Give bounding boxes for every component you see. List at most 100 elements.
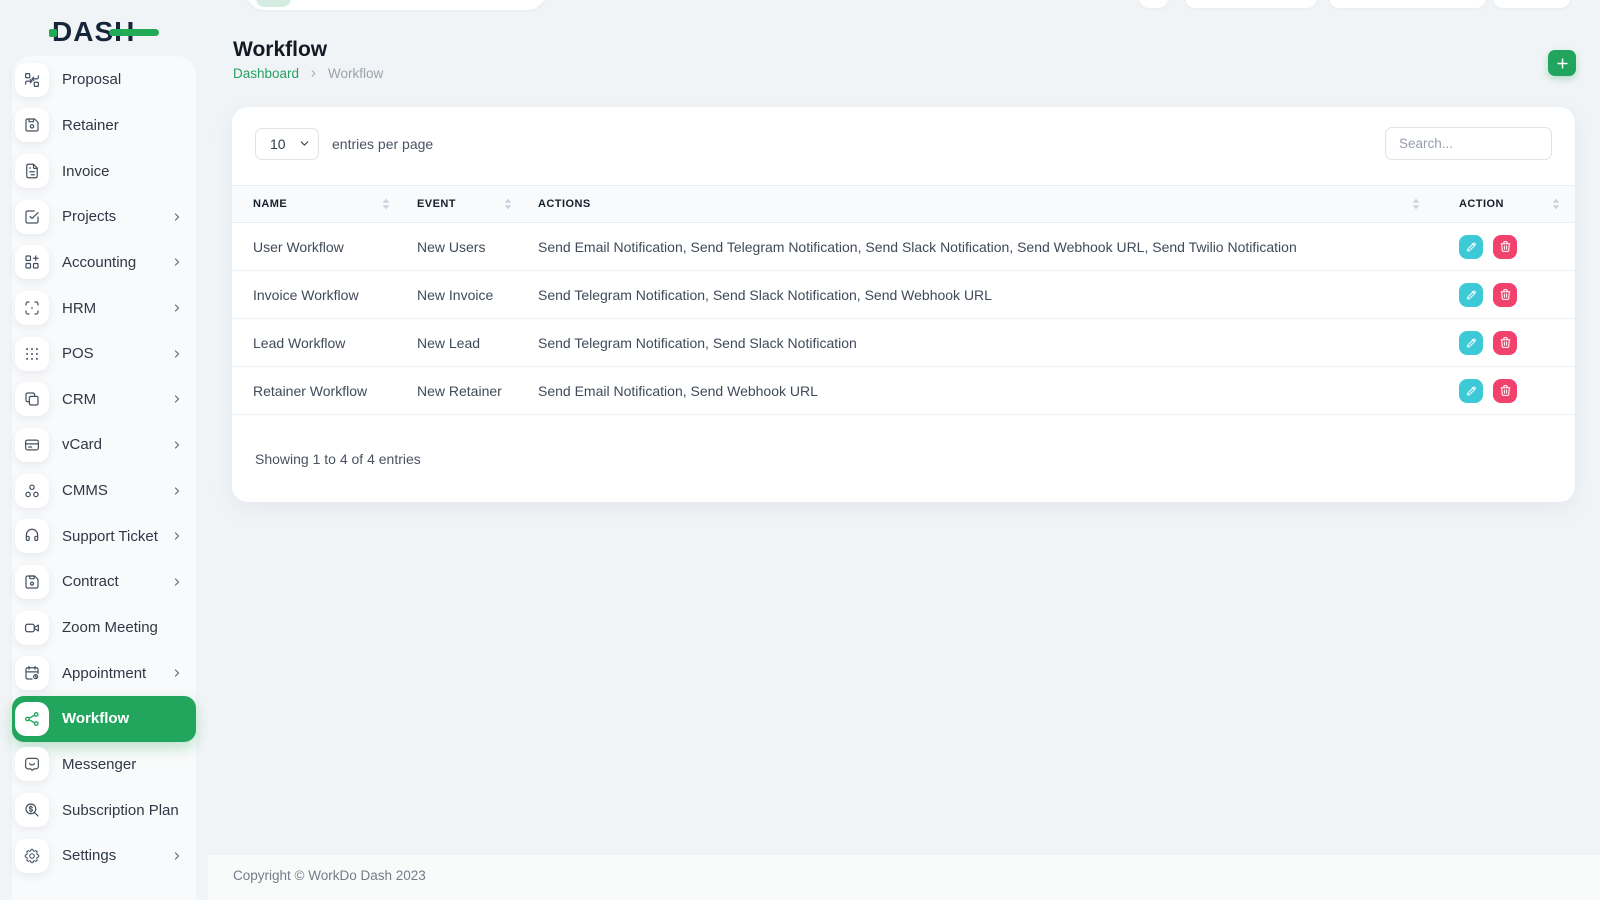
sidebar-item-subscription-plan[interactable]: Subscription Plan bbox=[12, 787, 196, 833]
pencil-icon bbox=[1465, 384, 1478, 397]
edit-button[interactable] bbox=[1459, 235, 1483, 259]
workflow-table: NAME EVENT ACTIONSACTION User WorkflowNew … bbox=[232, 185, 1575, 415]
sidebar-item-label: POS bbox=[62, 345, 94, 362]
sidebar-item-proposal[interactable]: Proposal bbox=[12, 57, 196, 103]
table-row: Invoice WorkflowNew InvoiceSend Telegram… bbox=[232, 271, 1575, 319]
column-header-event[interactable]: EVENT bbox=[405, 186, 527, 223]
chevron-right-icon bbox=[308, 68, 319, 79]
chat-bubble-icon bbox=[15, 747, 49, 781]
calendar-icon bbox=[15, 656, 49, 690]
topbar-button-cutoff-3[interactable] bbox=[1329, 0, 1486, 8]
sidebar-item-label: Zoom Meeting bbox=[62, 619, 158, 636]
delete-button[interactable] bbox=[1493, 331, 1517, 355]
sidebar-item-label: Invoice bbox=[62, 163, 110, 180]
trash-icon bbox=[1499, 240, 1512, 253]
chevron-right-icon bbox=[171, 439, 183, 451]
search-input[interactable] bbox=[1385, 127, 1552, 160]
sidebar-item-label: CMMS bbox=[62, 482, 108, 499]
logo-green-dot bbox=[49, 29, 57, 37]
delete-button[interactable] bbox=[1493, 283, 1517, 307]
pencil-icon bbox=[1465, 336, 1478, 349]
sidebar-item-label: Retainer bbox=[62, 117, 119, 134]
topbar-search-cutoff[interactable] bbox=[246, 0, 546, 10]
retainer-icon bbox=[15, 108, 49, 142]
add-workflow-button[interactable] bbox=[1548, 50, 1576, 76]
brand-logo[interactable]: DASH bbox=[52, 15, 135, 49]
table-row: Lead WorkflowNew LeadSend Telegram Notif… bbox=[232, 319, 1575, 367]
sidebar-item-appointment[interactable]: Appointment bbox=[12, 650, 196, 696]
column-label: NAME bbox=[253, 198, 287, 210]
sidebar-nav: Proposal Retainer Invoice ProjectsAccountin… bbox=[12, 56, 196, 900]
chevron-right-icon bbox=[171, 211, 183, 223]
sidebar-item-cmms[interactable]: CMMS bbox=[12, 468, 196, 514]
column-header-actions[interactable]: ACTIONS bbox=[527, 186, 1435, 223]
table-header-row: NAME EVENT ACTIONSACTION bbox=[232, 186, 1575, 223]
sidebar-item-label: Contract bbox=[62, 573, 119, 590]
workflow-icon bbox=[15, 702, 49, 736]
per-page-select[interactable]: 10 bbox=[255, 128, 319, 160]
sidebar-item-messenger[interactable]: Messenger bbox=[12, 742, 196, 788]
table-row: Retainer WorkflowNew RetainerSend Email … bbox=[232, 367, 1575, 415]
cell-event: New Invoice bbox=[405, 271, 527, 319]
pos-icon bbox=[15, 337, 49, 371]
logo-green-dash bbox=[109, 29, 159, 36]
sort-icon bbox=[504, 198, 512, 210]
cell-event: New Users bbox=[405, 223, 527, 271]
cmms-icon bbox=[15, 474, 49, 508]
chevron-right-icon bbox=[171, 667, 183, 679]
chevron-right-icon bbox=[171, 393, 183, 405]
column-label: EVENT bbox=[417, 198, 456, 210]
sidebar-item-label: HRM bbox=[62, 300, 96, 317]
crm-icon bbox=[15, 382, 49, 416]
delete-button[interactable] bbox=[1493, 379, 1517, 403]
cell-event: New Lead bbox=[405, 319, 527, 367]
breadcrumb-current: Workflow bbox=[328, 66, 383, 81]
cell-actions: Send Telegram Notification, Send Slack N… bbox=[527, 319, 1435, 367]
sidebar-item-support-ticket[interactable]: Support Ticket bbox=[12, 513, 196, 559]
sidebar-item-workflow[interactable]: Workflow bbox=[12, 696, 196, 742]
trash-icon bbox=[1499, 288, 1512, 301]
sidebar-item-projects[interactable]: Projects bbox=[12, 194, 196, 240]
cell-name: User Workflow bbox=[232, 223, 405, 271]
sidebar-item-retainer[interactable]: Retainer bbox=[12, 103, 196, 149]
cell-actions: Send Email Notification, Send Telegram N… bbox=[527, 223, 1435, 271]
proposal-icon bbox=[15, 63, 49, 97]
sidebar-item-invoice[interactable]: Invoice bbox=[12, 148, 196, 194]
entries-summary: Showing 1 to 4 of 4 entries bbox=[232, 415, 1575, 502]
sidebar-item-settings[interactable]: Settings bbox=[12, 833, 196, 879]
sort-icon bbox=[1412, 198, 1420, 210]
sidebar-item-label: Proposal bbox=[62, 71, 121, 88]
sidebar-item-label: Subscription Plan bbox=[62, 802, 179, 819]
topbar-button-cutoff-1[interactable] bbox=[1139, 0, 1168, 8]
column-header-name[interactable]: NAME bbox=[232, 186, 405, 223]
table-row: User WorkflowNew UsersSend Email Notific… bbox=[232, 223, 1575, 271]
sidebar-item-vcard[interactable]: vCard bbox=[12, 422, 196, 468]
page-title: Workflow bbox=[233, 38, 327, 62]
edit-button[interactable] bbox=[1459, 283, 1483, 307]
sidebar-item-accounting[interactable]: Accounting bbox=[12, 240, 196, 286]
cell-name: Retainer Workflow bbox=[232, 367, 405, 415]
sidebar-item-contract[interactable]: Contract bbox=[12, 559, 196, 605]
edit-button[interactable] bbox=[1459, 379, 1483, 403]
plus-icon bbox=[1555, 56, 1570, 71]
page-footer: Copyright © WorkDo Dash 2023 bbox=[208, 855, 1600, 900]
cell-actions: Send Telegram Notification, Send Slack N… bbox=[527, 271, 1435, 319]
sidebar-item-label: CRM bbox=[62, 391, 96, 408]
column-header-action[interactable]: ACTION bbox=[1435, 186, 1575, 223]
headset-icon bbox=[15, 519, 49, 553]
pencil-icon bbox=[1465, 288, 1478, 301]
sidebar-item-hrm[interactable]: HRM bbox=[12, 285, 196, 331]
table-body: User WorkflowNew UsersSend Email Notific… bbox=[232, 223, 1575, 415]
breadcrumb-link-dashboard[interactable]: Dashboard bbox=[233, 66, 299, 81]
topbar-button-cutoff-4[interactable] bbox=[1493, 0, 1570, 8]
copyright-text: Copyright © WorkDo Dash 2023 bbox=[233, 868, 426, 883]
delete-button[interactable] bbox=[1493, 235, 1517, 259]
chevron-right-icon bbox=[171, 485, 183, 497]
topbar-button-cutoff-2[interactable] bbox=[1185, 0, 1317, 8]
sidebar-item-crm[interactable]: CRM bbox=[12, 376, 196, 422]
edit-button[interactable] bbox=[1459, 331, 1483, 355]
sidebar-item-zoom-meeting[interactable]: Zoom Meeting bbox=[12, 605, 196, 651]
sidebar-item-pos[interactable]: POS bbox=[12, 331, 196, 377]
cell-action-buttons bbox=[1435, 319, 1575, 367]
sidebar-item-label: vCard bbox=[62, 436, 102, 453]
